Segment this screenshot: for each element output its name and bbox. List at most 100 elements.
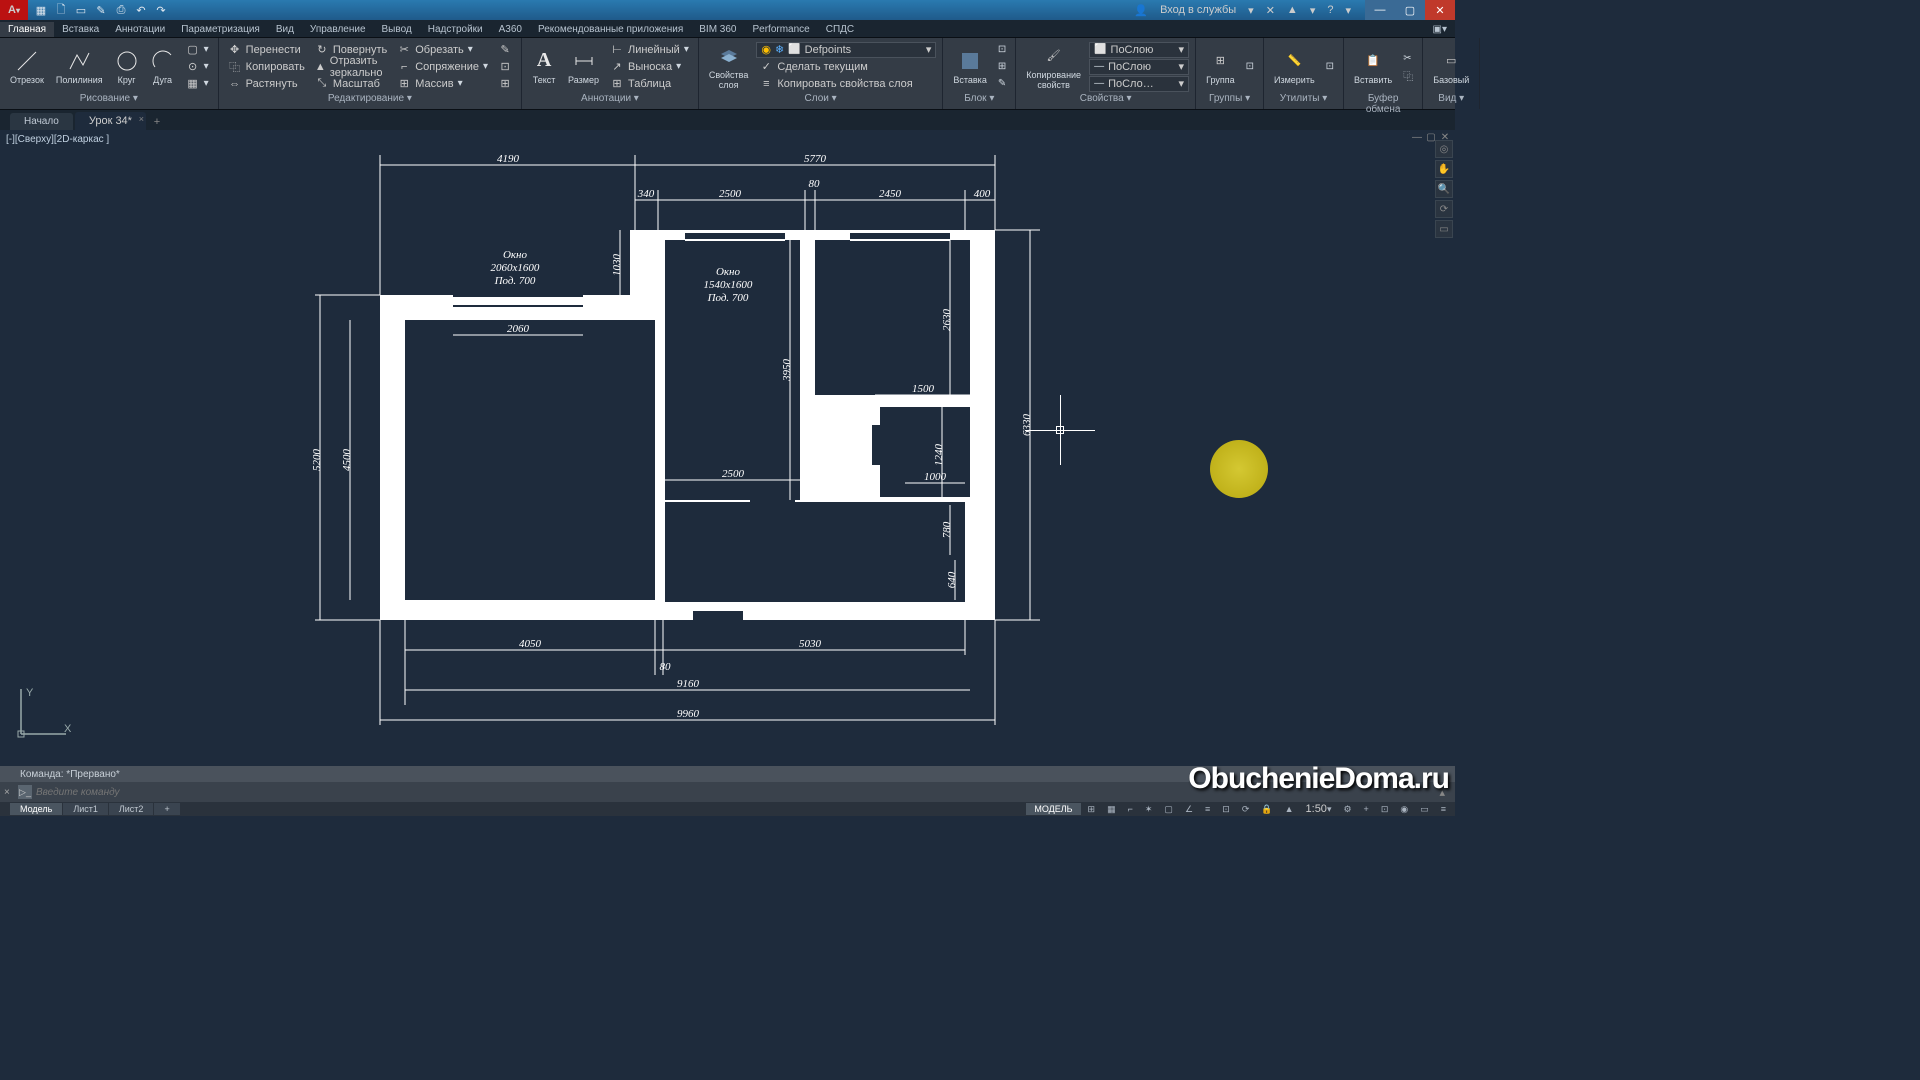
modify-misc1[interactable]: ✎ <box>495 42 515 58</box>
help-icon[interactable]: ? <box>1323 4 1337 16</box>
ribtab-view[interactable]: Вид <box>268 22 302 37</box>
nav-orbit-icon[interactable]: ⟳ <box>1435 200 1453 218</box>
ribtab-spds[interactable]: СПДС <box>818 22 862 37</box>
vp-min-icon[interactable]: — <box>1411 132 1423 144</box>
ribtab-home[interactable]: Главная <box>0 22 54 37</box>
qat-open-icon[interactable]: 🗋 <box>52 2 70 18</box>
base-view-button[interactable]: ▭Базовый <box>1429 47 1473 87</box>
modify-misc3[interactable]: ⊞ <box>495 76 515 92</box>
lineweight-dropdown[interactable]: — ПоСлою▾ <box>1089 59 1189 75</box>
exchange-icon[interactable]: ✕ <box>1262 4 1279 17</box>
ribtab-insert[interactable]: Вставка <box>54 22 107 37</box>
make-current-button[interactable]: ✓Сделать текущим <box>756 59 936 75</box>
status-model-button[interactable]: МОДЕЛЬ <box>1026 803 1080 815</box>
layer-dropdown[interactable]: ◉ ❄ ⬜ Defpoints▾ <box>756 42 936 58</box>
clip-misc1[interactable]: ✂ <box>1400 50 1416 66</box>
nav-steering-icon[interactable]: ◎ <box>1435 140 1453 158</box>
trim-button[interactable]: ✂Обрезать ▾ <box>394 42 491 58</box>
qat-saveas-icon[interactable]: ✎ <box>92 2 110 18</box>
copy-button[interactable]: ⿻Копировать <box>225 59 308 75</box>
fillet-button[interactable]: ⌐Сопряжение ▾ <box>394 59 491 75</box>
arc-button[interactable]: Дуга <box>147 47 179 87</box>
status-otrack-icon[interactable]: ∠ <box>1180 802 1198 816</box>
status-clean-icon[interactable]: ▭ <box>1415 802 1434 816</box>
draw-misc1[interactable]: ▢▾ <box>183 42 212 58</box>
viewport-label[interactable]: [-][Сверху][2D-каркас ] <box>6 134 109 145</box>
match-props-button[interactable]: 🖌Копирование свойств <box>1022 42 1085 92</box>
dimension-button[interactable]: Размер <box>564 47 603 87</box>
ribtab-bim360[interactable]: BIM 360 <box>691 22 744 37</box>
qat-redo-icon[interactable]: ↷ <box>152 2 170 18</box>
featured-icon[interactable]: ▲ <box>1283 4 1302 16</box>
status-grid-icon[interactable]: ⊞ <box>1083 802 1101 816</box>
ribtab-parametric[interactable]: Параметризация <box>173 22 268 37</box>
table-button[interactable]: ⊞Таблица <box>607 76 692 92</box>
color-dropdown[interactable]: ⬜ ПоСлою▾ <box>1089 42 1189 58</box>
group-button[interactable]: ⊞Группа <box>1202 47 1239 87</box>
status-monitor-icon[interactable]: + <box>1359 802 1374 816</box>
cmd-prompt-icon[interactable]: ▷_ <box>18 785 32 799</box>
measure-button[interactable]: 📏Измерить <box>1270 47 1319 87</box>
status-polar-icon[interactable]: ✶ <box>1140 802 1158 816</box>
layer-props-button[interactable]: Свойства слоя <box>705 42 753 92</box>
draw-misc3[interactable]: ▦▾ <box>183 76 212 92</box>
ribtab-addins[interactable]: Надстройки <box>420 22 491 37</box>
maximize-button[interactable]: ▢ <box>1395 0 1425 20</box>
filetab-current[interactable]: Урок 34*× <box>75 112 146 130</box>
array-button[interactable]: ⊞Массив ▾ <box>394 76 491 92</box>
qat-save-icon[interactable]: ▭ <box>72 2 90 18</box>
status-custom-icon[interactable]: ≡ <box>1436 802 1451 816</box>
app-menu[interactable]: A▾ <box>0 0 28 20</box>
clip-misc2[interactable]: ⿻ <box>1400 67 1416 83</box>
draw-misc2[interactable]: ⊙▾ <box>183 59 212 75</box>
move-button[interactable]: ✥Перенести <box>225 42 308 58</box>
ribtab-annotate[interactable]: Аннотации <box>107 22 173 37</box>
qat-print-icon[interactable]: ⎙ <box>112 2 130 18</box>
ribtab-a360[interactable]: A360 <box>491 22 530 37</box>
layout-model[interactable]: Модель <box>10 803 62 815</box>
status-lweight-icon[interactable]: ≡ <box>1200 802 1215 816</box>
ribtab-featured[interactable]: Рекомендованные приложения <box>530 22 691 37</box>
close-button[interactable]: ✕ <box>1425 0 1455 20</box>
qat-undo-icon[interactable]: ↶ <box>132 2 150 18</box>
layout-sheet1[interactable]: Лист1 <box>63 803 108 815</box>
insert-block-button[interactable]: Вставка <box>949 47 990 87</box>
status-annovis-icon[interactable]: ▲ <box>1280 802 1299 816</box>
new-tab-button[interactable]: + <box>148 114 166 130</box>
line-button[interactable]: Отрезок <box>6 47 48 87</box>
ribtab-performance[interactable]: Performance <box>745 22 818 37</box>
polyline-button[interactable]: Полилиния <box>52 47 107 87</box>
util-misc[interactable]: ⊡ <box>1323 59 1337 75</box>
paste-button[interactable]: 📋Вставить <box>1350 47 1396 87</box>
close-tab-icon[interactable]: × <box>139 114 144 124</box>
status-transp-icon[interactable]: ⊡ <box>1217 802 1235 816</box>
ribtab-output[interactable]: Вывод <box>374 22 420 37</box>
qat-new-icon[interactable]: ▦ <box>32 2 50 18</box>
ribtab-manage[interactable]: Управление <box>302 22 374 37</box>
text-button[interactable]: AТекст <box>528 47 560 87</box>
layout-add[interactable]: + <box>154 803 179 815</box>
filetab-start[interactable]: Начало <box>10 113 73 130</box>
block-misc1[interactable]: ⊡ <box>995 42 1009 58</box>
drawing-canvas[interactable]: [-][Сверху][2D-каркас ] — ▢ ✕ <box>0 130 1455 766</box>
status-scale-dropdown[interactable]: 1:50 ▾ <box>1301 802 1337 816</box>
modify-misc2[interactable]: ⊡ <box>495 59 515 75</box>
minimize-button[interactable]: — <box>1365 0 1395 20</box>
status-osnap-icon[interactable]: ▢ <box>1159 802 1178 816</box>
linear-dim-button[interactable]: ⊢Линейный ▾ <box>607 42 692 58</box>
block-misc2[interactable]: ⊞ <box>995 59 1009 75</box>
status-cycling-icon[interactable]: ⟳ <box>1237 802 1255 816</box>
ribbon-collapse-icon[interactable]: ▣▾ <box>1425 22 1455 37</box>
status-ws-icon[interactable]: ⚙ <box>1338 802 1356 816</box>
status-hardware-icon[interactable]: ⊡ <box>1376 802 1394 816</box>
nav-showmotion-icon[interactable]: ▭ <box>1435 220 1453 238</box>
signin-button[interactable]: Вход в службы <box>1156 4 1240 16</box>
linetype-dropdown[interactable]: — ПоСло…▾ <box>1089 76 1189 92</box>
close-cmd-icon[interactable]: × <box>4 787 14 798</box>
nav-zoom-icon[interactable]: 🔍 <box>1435 180 1453 198</box>
circle-button[interactable]: Круг <box>111 47 143 87</box>
nav-pan-icon[interactable]: ✋ <box>1435 160 1453 178</box>
scale-button[interactable]: ⤡Масштаб <box>312 76 390 92</box>
leader-button[interactable]: ↗Выноска ▾ <box>607 59 692 75</box>
status-ortho-icon[interactable]: ⌐ <box>1123 802 1138 816</box>
